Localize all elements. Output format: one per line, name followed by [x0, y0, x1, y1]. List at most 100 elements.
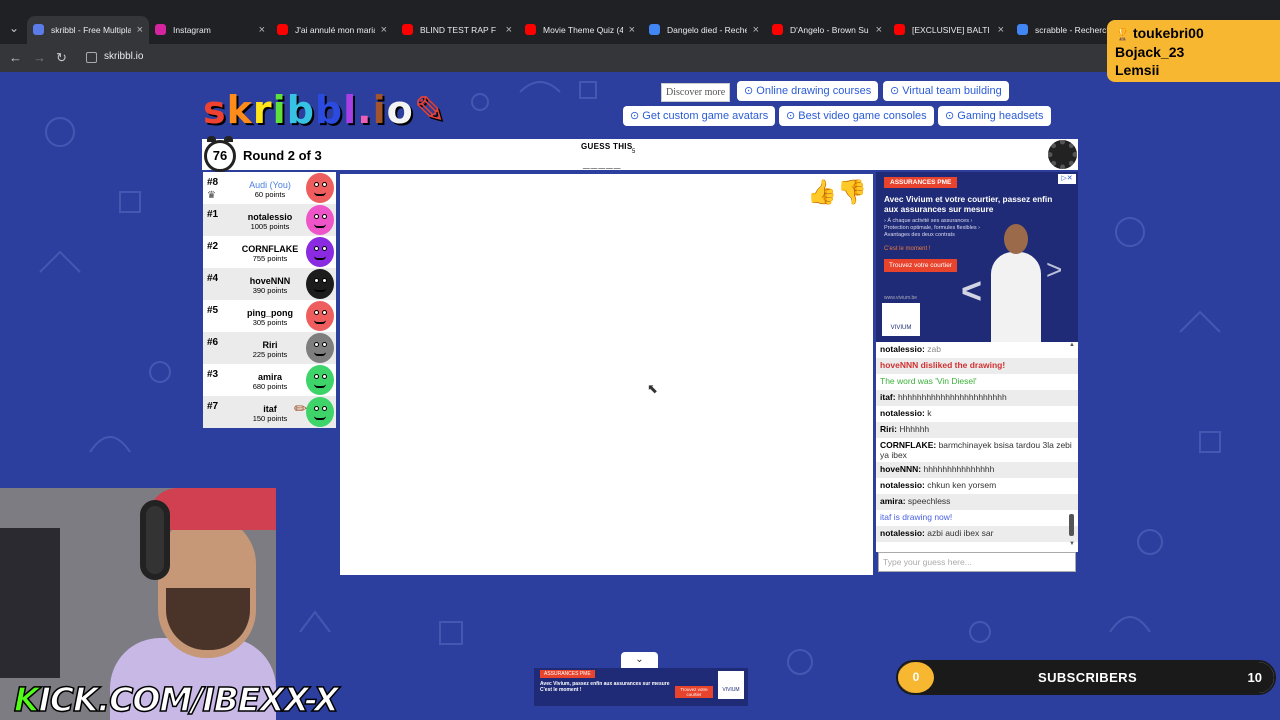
- player-row[interactable]: #2 CORNFLAKE 755 points: [203, 236, 336, 268]
- chat-author: notalessio: [880, 528, 923, 538]
- avatar-eye: [314, 406, 319, 411]
- player-row[interactable]: #1 notalessio 1005 points: [203, 204, 336, 236]
- guess-input[interactable]: [878, 552, 1076, 572]
- player-avatar: [306, 205, 334, 235]
- chat-messages: notalessio: zab hoveNNN disliked the draw…: [876, 342, 1078, 542]
- ad-bullets: › À chaque activité ses assurances › Pro…: [884, 218, 980, 238]
- player-row[interactable]: #6 Riri 225 points: [203, 332, 336, 364]
- tab-close-icon[interactable]: ×: [381, 16, 387, 44]
- player-name: Audi (You): [249, 180, 291, 190]
- collapse-ad-chevron-icon[interactable]: ⌄: [621, 652, 658, 668]
- ad-link-game-consoles[interactable]: ⊙ Best video game consoles: [779, 106, 934, 126]
- word-hint: _____: [583, 156, 622, 170]
- chat-scrollbar[interactable]: [1068, 342, 1076, 550]
- settings-gear-icon[interactable]: [1048, 140, 1077, 169]
- ad-chevron-icon: <: [961, 270, 983, 311]
- chat-author: notalessio: [880, 408, 923, 418]
- player-rank: #4: [207, 273, 219, 284]
- ad-link-team-building[interactable]: ⊙ Virtual team building: [883, 81, 1009, 101]
- avatar-eye: [322, 374, 327, 379]
- tab-favicon-icon: [525, 24, 536, 35]
- browser-tab[interactable]: skribbl - Free Multipla ×: [27, 16, 149, 44]
- forward-button[interactable]: →: [33, 50, 46, 66]
- drawing-canvas[interactable]: 👍 👎 ⬉: [340, 174, 873, 575]
- browser-tab[interactable]: J'ai annulé mon mariag ×: [271, 16, 393, 44]
- browser-tab[interactable]: Movie Theme Quiz (4 ×: [519, 16, 641, 44]
- guess-label: GUESS THIS: [581, 142, 633, 151]
- logo-letter: l: [343, 88, 358, 132]
- logo-letter: o: [386, 88, 414, 132]
- bottom-ad-cta[interactable]: Trouvez votre courtier: [675, 686, 713, 698]
- skribbl-logo[interactable]: skribbl.io✎: [203, 88, 447, 132]
- like-drawing-button[interactable]: 👍: [807, 178, 837, 207]
- bottom-ad-logo: VIVIUM: [718, 671, 744, 699]
- player-points: 390 points: [252, 286, 288, 295]
- avatar-eye: [322, 310, 327, 315]
- player-row[interactable]: #3 amira 680 points: [203, 364, 336, 396]
- tab-close-icon[interactable]: ×: [753, 16, 759, 44]
- tab-close-icon[interactable]: ×: [506, 16, 512, 44]
- player-row[interactable]: #5 ping_pong 305 points: [203, 300, 336, 332]
- avatar-eye: [322, 278, 327, 283]
- player-rank: #3: [207, 369, 219, 380]
- tab-close-icon[interactable]: ×: [998, 16, 1004, 44]
- top-supporter-name: toukebri00: [1132, 25, 1204, 41]
- browser-tab[interactable]: D'Angelo - Brown Su ×: [766, 16, 888, 44]
- browser-tab[interactable]: [EXCLUSIVE] BALTI & ×: [888, 16, 1010, 44]
- browser-tab[interactable]: BLIND TEST RAP F ×: [396, 16, 518, 44]
- tab-close-icon[interactable]: ×: [876, 16, 882, 44]
- back-button[interactable]: ←: [9, 50, 22, 66]
- tab-favicon-icon: [649, 24, 660, 35]
- tab-favicon-icon: [155, 24, 166, 35]
- discover-more-button[interactable]: Discover more: [661, 83, 731, 102]
- ad-link-drawing-courses[interactable]: ⊙ Online drawing courses: [737, 81, 879, 101]
- reload-button[interactable]: ↻: [56, 50, 67, 66]
- tab-close-icon[interactable]: ×: [137, 16, 143, 44]
- chat-text: speechless: [907, 496, 951, 506]
- tab-title: D'Angelo - Brown Su: [790, 25, 869, 35]
- chat-author: itaf: [880, 392, 893, 402]
- chat-text: Hhhhhh: [899, 424, 930, 434]
- player-points: 1005 points: [250, 222, 290, 231]
- ad-cta-button[interactable]: Trouvez votre courtier: [884, 259, 957, 272]
- url-text[interactable]: skribbl.io: [104, 51, 143, 62]
- subscriber-goal: 10: [1247, 670, 1262, 685]
- tab-search-chevron-icon[interactable]: ⌄: [6, 20, 22, 36]
- browser-tab[interactable]: Dangelo died - Reche ×: [643, 16, 765, 44]
- headset-icon: [140, 500, 170, 580]
- word-length: 5: [632, 149, 636, 155]
- ad-choices-icon[interactable]: ▷✕: [1058, 174, 1076, 184]
- trophy-icon: 🏆: [1115, 27, 1130, 41]
- ad-person-image: [991, 224, 1041, 342]
- avatar-eye: [314, 278, 319, 283]
- chat-message: hoveNNN disliked the drawing!: [876, 358, 1078, 374]
- ad-logo: VIVIUM: [882, 303, 920, 336]
- bottom-banner-ad[interactable]: ASSURANCES PME Avec Vivium, passez enfin…: [534, 668, 748, 706]
- avatar-mouth: [314, 384, 326, 388]
- player-row[interactable]: #7 itaf 150 points ✏: [203, 396, 336, 428]
- chat-text: zab: [927, 344, 941, 354]
- webcam-dark-area: [0, 528, 60, 678]
- chat-message: itaf is drawing now!: [880, 512, 953, 522]
- tab-close-icon[interactable]: ×: [259, 16, 265, 44]
- browser-tab[interactable]: Instagram ×: [149, 16, 271, 44]
- chat-box[interactable]: notalessio: zab hoveNNN disliked the draw…: [876, 342, 1078, 552]
- scroll-up-icon[interactable]: ▲: [1069, 342, 1075, 348]
- chat-text: azbi audi ibex sar: [927, 528, 994, 538]
- ad-title: Avec Vivium et votre courtier, passez en…: [884, 194, 1053, 214]
- ad-link-game-avatars[interactable]: ⊙ Get custom game avatars: [623, 106, 776, 126]
- avatar-eye: [314, 182, 319, 187]
- player-row[interactable]: #8 Audi (You) 60 points ♛: [203, 172, 336, 204]
- sidebar-ad[interactable]: ASSURANCES PME ▷✕ Avec Vivium et votre c…: [876, 172, 1078, 342]
- chat-scrollbar-thumb[interactable]: [1069, 514, 1074, 536]
- tab-title: Instagram: [173, 25, 211, 35]
- tab-close-icon[interactable]: ×: [629, 16, 635, 44]
- player-row[interactable]: #4 hoveNNN 390 points: [203, 268, 336, 300]
- dislike-drawing-button[interactable]: 👎: [837, 178, 867, 207]
- logo-letter: b: [286, 88, 315, 132]
- scroll-down-icon[interactable]: ▼: [1069, 541, 1075, 547]
- site-info-icon[interactable]: [86, 52, 97, 63]
- round-indicator: Round 2 of 3: [243, 148, 322, 163]
- top-supporter-1: 🏆 toukebri00: [1115, 24, 1272, 43]
- ad-link-gaming-headsets[interactable]: ⊙ Gaming headsets: [938, 106, 1051, 126]
